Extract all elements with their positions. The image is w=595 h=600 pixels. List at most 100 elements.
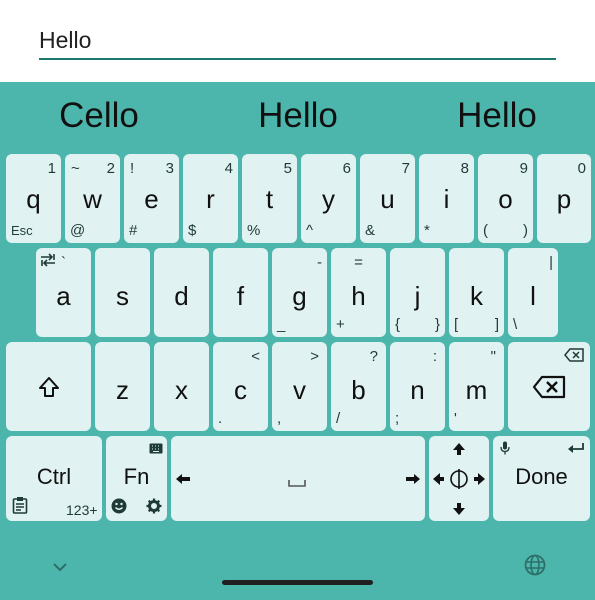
key-y-hint-symbol: ^ <box>306 222 314 239</box>
key-o[interactable]: 9 o ( ) <box>478 154 533 243</box>
key-a-hint-top: ` <box>61 254 66 271</box>
key-j[interactable]: j { } <box>390 248 445 337</box>
cursor-left-icon <box>175 472 191 490</box>
keyboard-icon <box>149 441 163 459</box>
input-area: Hello <box>0 0 595 82</box>
fn-key-sub-label: 123+ <box>66 502 98 518</box>
keyboard: Cello Hello Hello 1 q Esc ~ 2 w @ ! 3 e … <box>0 82 595 600</box>
suggestion-3[interactable]: Hello <box>417 96 577 136</box>
key-k[interactable]: k [ ] <box>449 248 504 337</box>
key-w-label: w <box>83 184 102 214</box>
key-z-label: z <box>116 375 129 405</box>
key-d-label: d <box>174 281 189 311</box>
key-z[interactable]: z <box>95 342 150 431</box>
key-e[interactable]: ! 3 e # <box>124 154 179 243</box>
cursor-right-icon <box>405 472 421 490</box>
done-key-label: Done <box>515 464 568 489</box>
key-i-hint-symbol: * <box>424 222 430 239</box>
suggestion-2[interactable]: Hello <box>218 96 378 136</box>
key-i-label: i <box>443 184 450 214</box>
fn-key[interactable]: Fn <box>106 436 167 521</box>
key-e-hint-symbol: # <box>129 222 138 239</box>
key-r-hint-symbol: $ <box>188 222 197 239</box>
key-p[interactable]: 0 p <box>537 154 591 243</box>
key-k-hint-left: [ <box>454 316 459 333</box>
key-g[interactable]: - g _ <box>272 248 327 337</box>
key-n-label: n <box>410 375 425 405</box>
shift-key[interactable] <box>6 342 91 431</box>
key-w[interactable]: ~ 2 w @ <box>65 154 120 243</box>
key-b-label: b <box>351 375 366 405</box>
key-k-label: k <box>470 281 483 311</box>
key-b[interactable]: ? b / <box>331 342 386 431</box>
key-m-label: m <box>465 375 488 405</box>
key-q[interactable]: 1 q Esc <box>6 154 61 243</box>
key-x-label: x <box>175 375 188 405</box>
key-e-hint-number: 3 <box>165 160 174 177</box>
key-y-label: y <box>322 184 335 214</box>
key-l-hint-bottom: \ <box>513 316 518 333</box>
key-c[interactable]: < c . <box>213 342 268 431</box>
suggestion-1[interactable]: Cello <box>19 96 179 136</box>
key-v-label: v <box>293 375 306 405</box>
key-x[interactable]: x <box>154 342 209 431</box>
key-s-label: s <box>116 281 129 311</box>
key-q-hint-number: 1 <box>47 160 56 177</box>
key-t[interactable]: 5 t % <box>242 154 297 243</box>
key-n-hint-top: : <box>432 348 437 365</box>
text-field-value: Hello <box>39 27 92 53</box>
done-key[interactable]: Done <box>493 436 590 521</box>
space-key[interactable] <box>171 436 425 521</box>
home-indicator[interactable] <box>222 580 373 585</box>
key-k-hint-right: ] <box>494 316 499 333</box>
navigation-bar <box>0 540 595 600</box>
key-r[interactable]: 4 r $ <box>183 154 238 243</box>
key-j-hint-right: } <box>434 316 440 333</box>
key-l-label: l <box>530 281 536 311</box>
chevron-down-icon[interactable] <box>52 559 68 577</box>
key-e-label: e <box>144 184 159 214</box>
key-o-label: o <box>498 184 513 214</box>
key-q-hint-esc: Esc <box>11 223 33 238</box>
gear-icon <box>146 498 162 519</box>
key-b-hint-bottom: / <box>336 410 341 427</box>
key-c-hint-bottom: . <box>218 410 223 427</box>
key-t-hint-number: 5 <box>283 160 292 177</box>
key-l[interactable]: | l \ <box>508 248 558 337</box>
key-n-hint-bottom: ; <box>395 410 400 427</box>
key-y[interactable]: 6 y ^ <box>301 154 356 243</box>
key-u[interactable]: 7 u & <box>360 154 415 243</box>
ctrl-key-label: Ctrl <box>36 464 72 489</box>
key-v[interactable]: > v , <box>272 342 327 431</box>
key-a[interactable]: ` a <box>36 248 91 337</box>
key-i[interactable]: 8 i * <box>419 154 474 243</box>
key-l-hint-top: | <box>549 254 553 271</box>
key-e-hint-left: ! <box>130 160 135 177</box>
fn-key-label: Fn <box>123 464 150 489</box>
key-h-hint-top: = <box>354 254 363 271</box>
key-o-hint-symbol-left: ( <box>483 222 488 239</box>
key-g-hint-top: - <box>317 254 322 271</box>
key-f[interactable]: f <box>213 248 268 337</box>
key-i-hint-number: 8 <box>460 160 469 177</box>
key-f-label: f <box>236 281 245 311</box>
key-o-hint-number: 9 <box>519 160 528 177</box>
key-n[interactable]: : n ; <box>390 342 445 431</box>
key-m[interactable]: " m ' <box>449 342 504 431</box>
key-h[interactable]: = h + <box>331 248 386 337</box>
key-c-label: c <box>234 375 247 405</box>
key-d[interactable]: d <box>154 248 209 337</box>
key-q-label: q <box>26 184 41 214</box>
text-field[interactable]: Hello <box>39 24 556 60</box>
enter-icon <box>567 441 585 459</box>
key-c-hint-top: < <box>251 348 260 365</box>
delete-word-icon <box>564 348 584 367</box>
shift-icon <box>37 375 61 404</box>
key-v-hint-bottom: , <box>277 410 282 427</box>
globe-icon[interactable] <box>524 554 546 581</box>
key-s[interactable]: s <box>95 248 150 337</box>
arrow-keys[interactable] <box>429 436 489 521</box>
key-m-hint-bottom: ' <box>454 410 457 427</box>
backspace-key[interactable] <box>508 342 590 431</box>
arrow-keys-icon <box>432 440 486 523</box>
